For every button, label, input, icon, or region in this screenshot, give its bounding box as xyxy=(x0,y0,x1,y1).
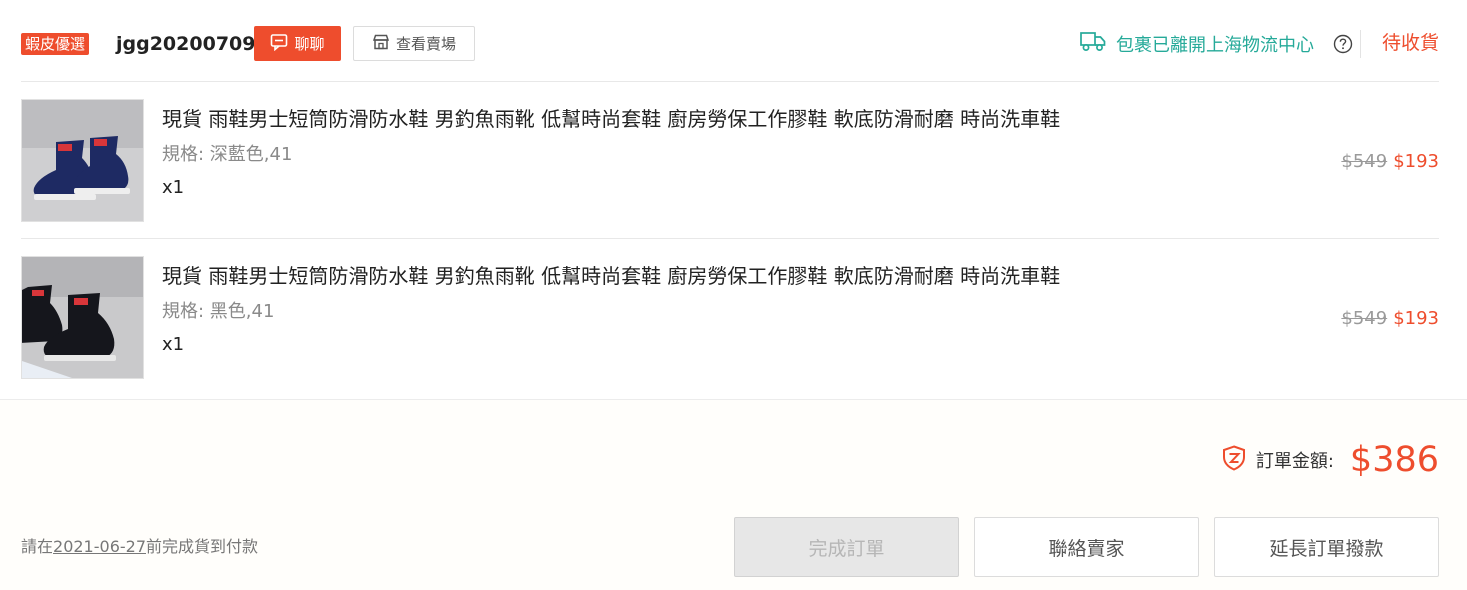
product-image[interactable] xyxy=(21,256,144,379)
total-label: 訂單金額: xyxy=(1255,451,1334,472)
view-shop-button[interactable]: 查看賣場 xyxy=(353,26,475,61)
product-image[interactable] xyxy=(21,99,144,222)
product-title[interactable]: 現貨 雨鞋男士短筒防滑防水鞋 男釣魚雨靴 低幫時尚套鞋 廚房勞保工作膠鞋 軟底防… xyxy=(162,104,1060,134)
truck-icon xyxy=(1080,30,1106,61)
product-quantity: x1 xyxy=(162,334,185,355)
total-value: $386 xyxy=(1349,440,1439,480)
extend-payout-button[interactable]: 延長訂單撥款 xyxy=(1214,517,1439,577)
chat-button-label: 聊聊 xyxy=(294,35,325,53)
contact-seller-button[interactable]: 聯絡賣家 xyxy=(974,517,1199,577)
order-total: 訂單金額: $386 xyxy=(1222,440,1439,480)
order-footer: 訂單金額: $386 請在2021-06-27前完成貨到付款 完成訂單 聯絡賣家… xyxy=(0,399,1467,590)
shield-icon xyxy=(1222,445,1246,475)
order-header: 蝦皮優選 jgg20200709 聊聊 查看賣場 包裹已離開上海物流中心 待收貨 xyxy=(21,0,1439,82)
shipping-status[interactable]: 包裹已離開上海物流中心 xyxy=(1080,30,1314,61)
help-icon[interactable] xyxy=(1333,34,1353,54)
deadline-prefix: 請在 xyxy=(21,537,54,556)
deadline-date: 2021-06-27 xyxy=(53,537,146,556)
product-quantity: x1 xyxy=(162,177,185,198)
header-divider xyxy=(1360,30,1361,58)
order-item[interactable]: 現貨 雨鞋男士短筒防滑防水鞋 男釣魚雨靴 低幫時尚套鞋 廚房勞保工作膠鞋 軟底防… xyxy=(21,82,1439,239)
product-variant: 規格: 黑色,41 xyxy=(162,301,275,322)
product-variant: 規格: 深藍色,41 xyxy=(162,144,293,165)
chat-icon xyxy=(270,33,288,55)
view-shop-label: 查看賣場 xyxy=(395,35,456,53)
deadline-suffix: 前完成貨到付款 xyxy=(146,537,259,556)
sale-price: $193 xyxy=(1393,308,1439,329)
payment-deadline: 請在2021-06-27前完成貨到付款 xyxy=(21,535,258,559)
price-box: $549 $193 xyxy=(1341,149,1439,175)
order-card: 蝦皮優選 jgg20200709 聊聊 查看賣場 包裹已離開上海物流中心 待收貨… xyxy=(0,0,1467,590)
preferred-badge: 蝦皮優選 xyxy=(21,33,90,55)
shop-name[interactable]: jgg20200709 xyxy=(116,30,255,58)
original-price: $549 xyxy=(1341,151,1388,172)
chat-button[interactable]: 聊聊 xyxy=(254,26,341,61)
sale-price: $193 xyxy=(1393,151,1439,172)
order-status: 待收貨 xyxy=(1381,32,1439,54)
shipping-status-text: 包裹已離開上海物流中心 xyxy=(1116,34,1314,56)
shop-icon xyxy=(372,33,390,55)
original-price: $549 xyxy=(1341,308,1388,329)
complete-order-button[interactable]: 完成訂單 xyxy=(734,517,959,577)
product-title[interactable]: 現貨 雨鞋男士短筒防滑防水鞋 男釣魚雨靴 低幫時尚套鞋 廚房勞保工作膠鞋 軟底防… xyxy=(162,261,1060,291)
order-item[interactable]: 現貨 雨鞋男士短筒防滑防水鞋 男釣魚雨靴 低幫時尚套鞋 廚房勞保工作膠鞋 軟底防… xyxy=(21,239,1439,396)
price-box: $549 $193 xyxy=(1341,306,1439,332)
